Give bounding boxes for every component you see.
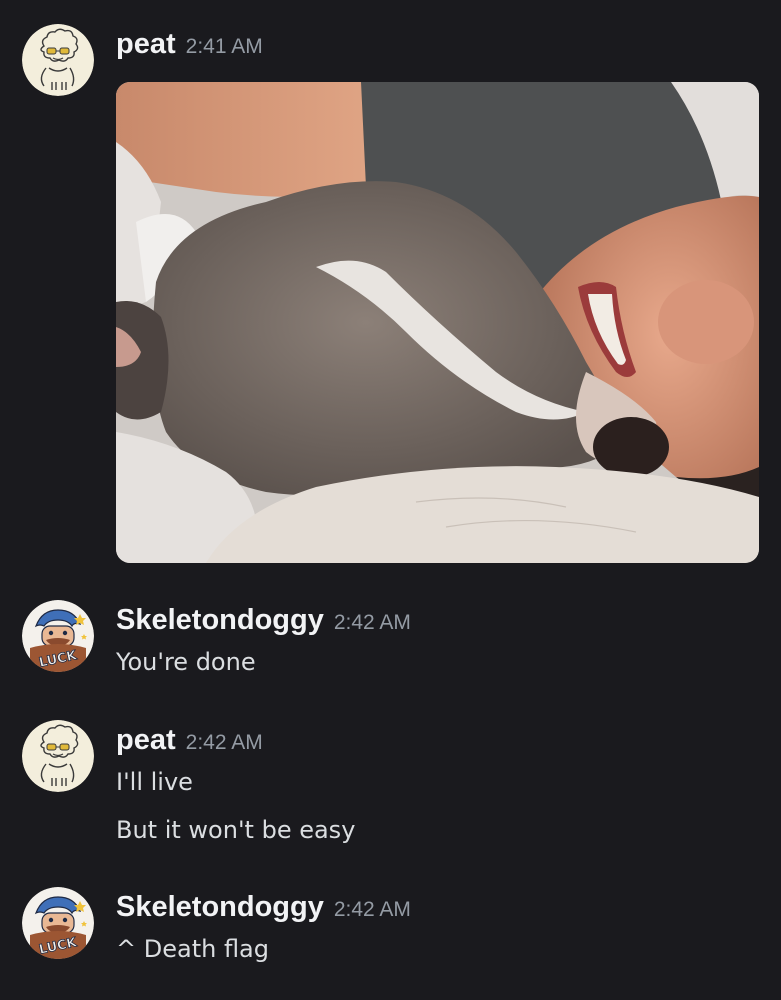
message-group: peat 2:41 AM — [0, 0, 781, 580]
message-text: ^ Death flag — [116, 935, 269, 963]
username[interactable]: peat — [116, 28, 176, 60]
avatar[interactable] — [22, 720, 94, 792]
message-text: But it won't be easy — [116, 816, 356, 844]
message-group: LUCK Skeletondoggy 2:42 AM ^ Death flag — [0, 877, 781, 987]
timestamp[interactable]: 2:42 AM — [186, 731, 263, 754]
timestamp[interactable]: 2:42 AM — [334, 898, 411, 921]
message-text: I'll live — [116, 768, 193, 796]
message-text: You're done — [116, 648, 256, 676]
message-group: LUCK Skeletondoggy 2:42 AM You're done — [0, 590, 781, 700]
dog-photo-image — [116, 82, 759, 563]
image-attachment[interactable] — [116, 82, 759, 563]
sheep-doodle-avatar-icon — [22, 24, 94, 96]
message-header: peat 2:41 AM — [116, 28, 263, 68]
message-header: Skeletondoggy 2:42 AM — [116, 891, 411, 931]
luck-cartoon-avatar-icon: LUCK — [22, 887, 94, 959]
avatar[interactable]: LUCK — [22, 600, 94, 672]
message-header: Skeletondoggy 2:42 AM — [116, 604, 411, 644]
username[interactable]: peat — [116, 724, 176, 756]
username[interactable]: Skeletondoggy — [116, 604, 324, 636]
timestamp[interactable]: 2:41 AM — [186, 35, 263, 58]
sheep-doodle-avatar-icon — [22, 720, 94, 792]
message-header: peat 2:42 AM — [116, 724, 263, 764]
timestamp[interactable]: 2:42 AM — [334, 611, 411, 634]
avatar[interactable]: LUCK — [22, 887, 94, 959]
luck-cartoon-avatar-icon: LUCK — [22, 600, 94, 672]
message-group: peat 2:42 AM I'll live But it won't be ea… — [0, 710, 781, 860]
avatar[interactable] — [22, 24, 94, 96]
username[interactable]: Skeletondoggy — [116, 891, 324, 923]
